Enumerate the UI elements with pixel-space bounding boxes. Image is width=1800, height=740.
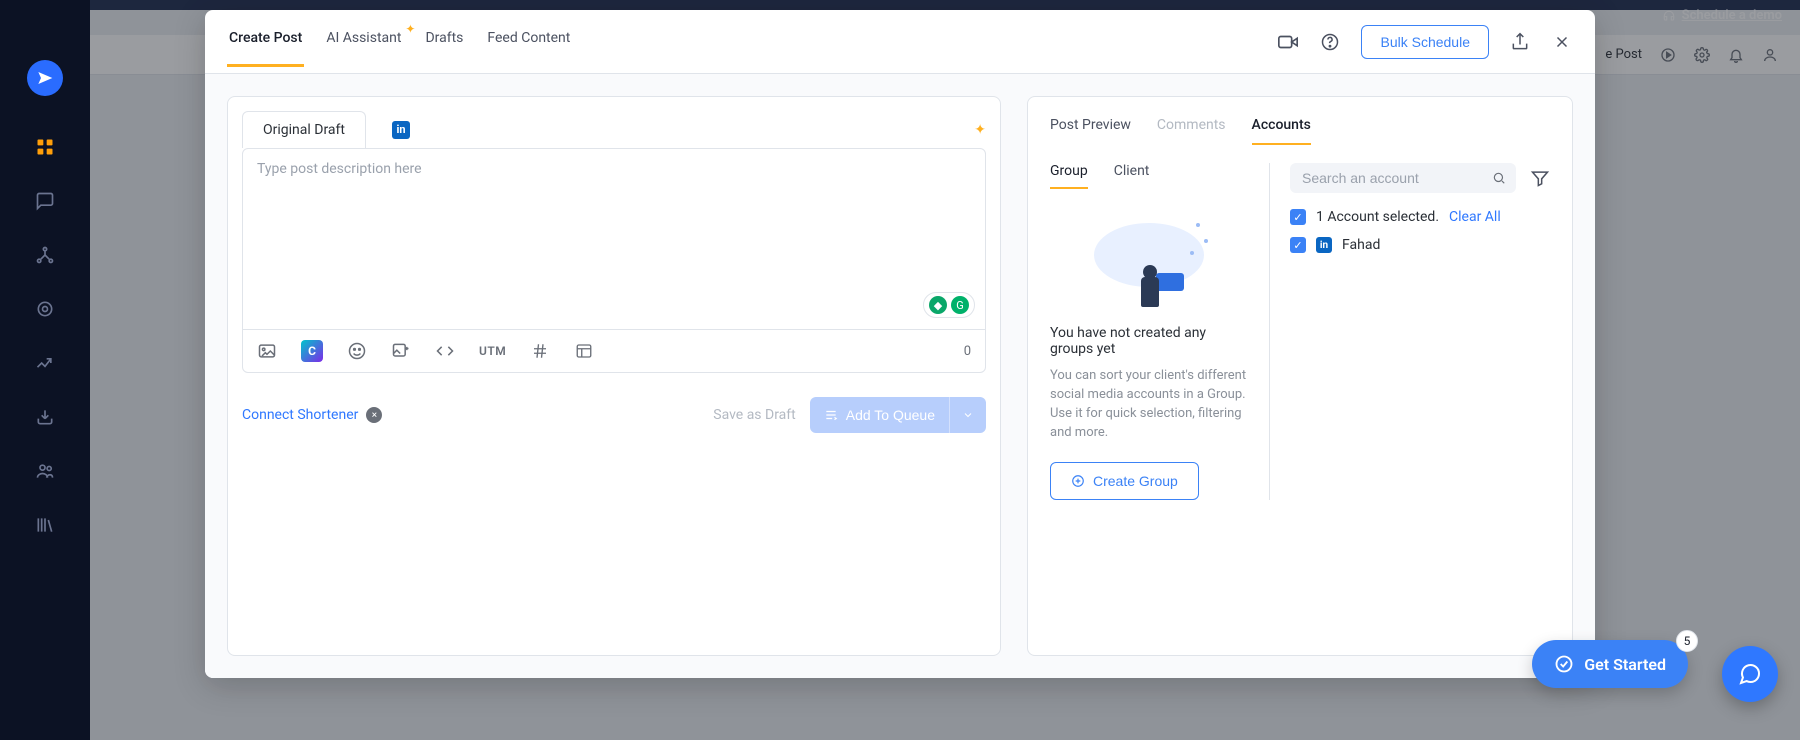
sparkle-icon: ✦ bbox=[405, 22, 415, 36]
close-icon[interactable] bbox=[1551, 31, 1573, 53]
get-started-label: Get Started bbox=[1584, 655, 1666, 674]
character-count: 0 bbox=[964, 344, 971, 359]
tab-post-preview[interactable]: Post Preview bbox=[1050, 117, 1131, 145]
create-post-modal: Create Post AI Assistant ✦ Drafts Feed C… bbox=[205, 10, 1595, 678]
save-as-draft-button[interactable]: Save as Draft bbox=[713, 407, 795, 423]
subtab-client[interactable]: Client bbox=[1114, 163, 1150, 189]
nav-network[interactable] bbox=[34, 244, 56, 266]
add-to-queue-button[interactable]: Add To Queue bbox=[810, 397, 949, 433]
filter-icon[interactable] bbox=[1530, 168, 1550, 188]
hashtag-icon[interactable] bbox=[530, 341, 550, 361]
plus-circle-icon bbox=[1071, 474, 1085, 488]
draft-tabs: Original Draft in ✦ bbox=[242, 111, 986, 148]
accounts-list-panel: ✓ 1 Account selected. Clear All ✓ in Fah… bbox=[1290, 163, 1550, 500]
bulk-schedule-button[interactable]: Bulk Schedule bbox=[1361, 25, 1489, 59]
nav-dashboard[interactable] bbox=[34, 136, 56, 158]
grammarly-badge-icon[interactable]: G bbox=[951, 296, 969, 314]
create-group-label: Create Group bbox=[1093, 473, 1178, 489]
composer-toolbar: C UTM 0 bbox=[243, 329, 985, 372]
account-name: Fahad bbox=[1342, 237, 1380, 253]
groups-panel: Group Client You have not created any gr… bbox=[1050, 163, 1270, 500]
nav-team[interactable] bbox=[34, 460, 56, 482]
composer-card: Original Draft in ✦ ◆ G C UTM bbox=[227, 96, 1001, 656]
search-icon[interactable] bbox=[1492, 171, 1506, 185]
clear-all-link[interactable]: Clear All bbox=[1449, 209, 1501, 225]
empty-state-title: You have not created any groups yet bbox=[1050, 325, 1249, 357]
canva-icon[interactable]: C bbox=[301, 340, 323, 362]
get-started-wrap: Get Started 5 bbox=[1532, 640, 1688, 688]
app-logo[interactable] bbox=[27, 60, 63, 96]
chart-icon bbox=[35, 353, 55, 373]
left-nav bbox=[0, 0, 90, 740]
linkedin-icon: in bbox=[1316, 237, 1332, 253]
check-circle-icon bbox=[1554, 654, 1574, 674]
help-icon[interactable] bbox=[1319, 31, 1341, 53]
modal-header: Create Post AI Assistant ✦ Drafts Feed C… bbox=[205, 10, 1595, 74]
add-to-queue-group: Add To Queue bbox=[810, 397, 986, 433]
nav-download[interactable] bbox=[34, 406, 56, 428]
nav-analytics[interactable] bbox=[34, 352, 56, 374]
empty-state-desc: You can sort your client's different soc… bbox=[1050, 367, 1249, 442]
video-icon[interactable] bbox=[1277, 31, 1299, 53]
tray-icon bbox=[35, 407, 55, 427]
composer-footer: Connect Shortener × Save as Draft Add To… bbox=[242, 397, 986, 433]
image-upload-icon[interactable] bbox=[391, 341, 411, 361]
post-textarea[interactable] bbox=[243, 149, 985, 329]
tab-accounts[interactable]: Accounts bbox=[1252, 117, 1311, 145]
account-row: ✓ in Fahad bbox=[1290, 237, 1550, 253]
nav-target[interactable] bbox=[34, 298, 56, 320]
queue-icon bbox=[824, 408, 838, 422]
get-started-button[interactable]: Get Started bbox=[1532, 640, 1688, 688]
account-search-input[interactable] bbox=[1300, 169, 1492, 187]
paper-plane-icon bbox=[37, 70, 53, 86]
account-checkbox[interactable]: ✓ bbox=[1290, 237, 1306, 253]
users-icon bbox=[34, 461, 56, 481]
get-started-badge: 5 bbox=[1676, 630, 1698, 652]
accounts-card: Post Preview Comments Accounts Group Cli… bbox=[1027, 96, 1573, 656]
accounts-selected-row: ✓ 1 Account selected. Clear All bbox=[1290, 209, 1550, 225]
add-to-queue-label: Add To Queue bbox=[846, 407, 935, 423]
modal-body: Original Draft in ✦ ◆ G C UTM bbox=[205, 74, 1595, 678]
nav-inbox[interactable] bbox=[34, 190, 56, 212]
tab-ai-assistant[interactable]: AI Assistant ✦ bbox=[324, 16, 403, 67]
empty-illustration bbox=[1090, 217, 1210, 307]
export-icon[interactable] bbox=[1509, 31, 1531, 53]
tab-ai-assistant-label: AI Assistant bbox=[326, 30, 401, 46]
message-icon bbox=[35, 191, 55, 211]
grid-icon bbox=[35, 137, 55, 157]
composer: ◆ G C UTM 0 bbox=[242, 148, 986, 373]
chat-icon bbox=[1738, 662, 1762, 686]
selected-count-label: 1 Account selected. bbox=[1316, 209, 1439, 225]
emoji-icon[interactable] bbox=[347, 341, 367, 361]
utm-button[interactable]: UTM bbox=[479, 344, 506, 358]
draft-tab-original[interactable]: Original Draft bbox=[242, 111, 366, 148]
tab-create-post[interactable]: Create Post bbox=[227, 16, 304, 67]
connect-shortener-label: Connect Shortener bbox=[242, 407, 358, 423]
select-all-checkbox[interactable]: ✓ bbox=[1290, 209, 1306, 225]
create-group-button[interactable]: Create Group bbox=[1050, 462, 1199, 500]
tab-feed-content[interactable]: Feed Content bbox=[485, 16, 572, 67]
tab-comments[interactable]: Comments bbox=[1157, 117, 1226, 145]
shortener-info-icon: × bbox=[366, 407, 382, 423]
account-search-box bbox=[1290, 163, 1516, 193]
books-icon bbox=[35, 515, 55, 535]
media-icon[interactable] bbox=[257, 341, 277, 361]
code-icon[interactable] bbox=[435, 341, 455, 361]
chevron-down-icon bbox=[962, 409, 974, 421]
connect-shortener-link[interactable]: Connect Shortener × bbox=[242, 407, 382, 423]
chat-fab[interactable] bbox=[1722, 646, 1778, 702]
magic-sparkle-icon[interactable]: ✦ bbox=[974, 122, 986, 138]
assistant-badges: ◆ G bbox=[923, 292, 975, 318]
target-icon bbox=[35, 299, 55, 319]
right-card-tabs: Post Preview Comments Accounts bbox=[1050, 117, 1550, 145]
network-icon bbox=[35, 245, 55, 265]
tab-drafts[interactable]: Drafts bbox=[423, 16, 465, 67]
subtab-group[interactable]: Group bbox=[1050, 163, 1088, 189]
linkedin-chip[interactable]: in bbox=[392, 121, 410, 139]
add-to-queue-menu[interactable] bbox=[949, 397, 986, 433]
shield-badge-icon[interactable]: ◆ bbox=[929, 296, 947, 314]
template-icon[interactable] bbox=[574, 341, 594, 361]
nav-library[interactable] bbox=[34, 514, 56, 536]
